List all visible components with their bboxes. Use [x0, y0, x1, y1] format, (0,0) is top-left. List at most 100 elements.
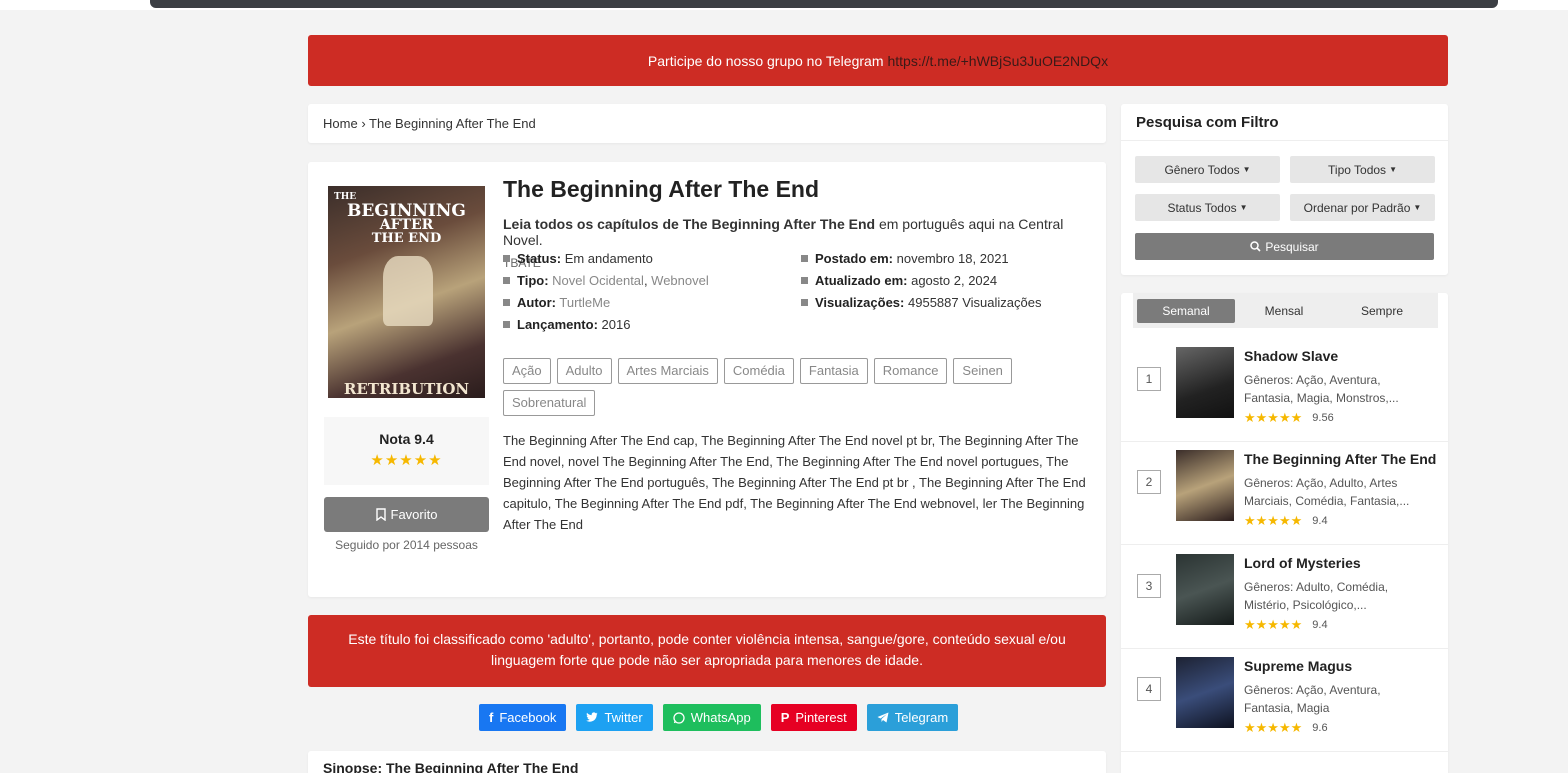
popular-item[interactable]: 4 Supreme Magus Gêneros: Ação, Aventura,… — [1121, 648, 1448, 752]
share-telegram-button[interactable]: Telegram — [866, 704, 959, 731]
novel-thumbnail — [1176, 347, 1234, 418]
meta-label: Autor: — [517, 295, 556, 310]
meta-release: Lançamento: 2016 — [503, 317, 709, 339]
facebook-icon: f — [489, 710, 494, 725]
meta-label: Tipo: — [517, 273, 549, 288]
search-icon — [1250, 241, 1261, 252]
meta-label: Lançamento: — [517, 317, 598, 332]
cover-title: THE BEGINNING AFTER THE END — [328, 190, 485, 246]
meta-views: Visualizações: 4955887 Visualizações — [801, 295, 1041, 317]
popular-item[interactable]: 3 Lord of Mysteries Gêneros: Adulto, Com… — [1121, 545, 1448, 649]
novel-thumbnail — [1176, 554, 1234, 625]
genre-tag[interactable]: Comédia — [723, 358, 794, 384]
rating-stars: ★★★★★ — [1244, 410, 1303, 425]
pinterest-icon: P — [780, 710, 790, 725]
meta-posted: Postado em: novembro 18, 2021 — [801, 251, 1041, 273]
cover-title-line: BEGINNING — [347, 201, 466, 221]
telegram-link[interactable]: https://t.me/+hWBjSu3JuOE2NDQx — [887, 53, 1108, 69]
whatsapp-icon — [673, 711, 685, 724]
adult-warning: Este título foi classificado como 'adult… — [308, 615, 1106, 687]
share-pinterest-button[interactable]: P Pinterest — [770, 704, 857, 731]
chevron-down-icon: ▼ — [1239, 203, 1248, 212]
popular-title[interactable]: Shadow Slave — [1244, 348, 1444, 364]
synopsis-heading: Sinopse: The Beginning After The End — [308, 751, 1106, 773]
rating-stars: ★★★★★ — [1244, 513, 1303, 528]
popular-title[interactable]: The Beginning After The End — [1244, 451, 1444, 467]
rating-score: 9.6 — [1312, 722, 1328, 734]
meta-type: Tipo: Novel Ocidental, Webnovel — [503, 273, 709, 295]
genre-tag[interactable]: Seinen — [953, 358, 1012, 384]
bookmark-icon — [375, 508, 386, 521]
rank-badge: 3 — [1137, 574, 1161, 598]
meta-right: Postado em: novembro 18, 2021 Atualizado… — [801, 251, 1041, 317]
genre-tag[interactable]: Ação — [503, 358, 551, 384]
meta-left: Status: Em andamento Tipo: Novel Ocident… — [503, 251, 709, 339]
popular-item[interactable]: 2 The Beginning After The End Gêneros: A… — [1121, 441, 1448, 545]
breadcrumb-home[interactable]: Home — [323, 116, 358, 131]
share-label: WhatsApp — [690, 710, 751, 725]
meta-value: 2016 — [601, 317, 631, 332]
order-dropdown[interactable]: Ordenar por Padrão ▼ — [1290, 194, 1435, 221]
genre-tag[interactable]: Romance — [873, 358, 948, 384]
genre-tag[interactable]: Fantasia — [799, 358, 868, 384]
tab-monthly[interactable]: Mensal — [1235, 299, 1333, 323]
popular-genres: Gêneros: Ação, Aventura, Fantasia, Magia — [1244, 683, 1381, 715]
rating-score: 9.4 — [1312, 619, 1328, 631]
share-facebook-button[interactable]: f Facebook — [479, 704, 567, 731]
novel-info-card: THE BEGINNING AFTER THE END RETRIBUTION … — [308, 162, 1106, 597]
cover-subtitle: RETRIBUTION — [343, 380, 470, 398]
telegram-banner: Participe do nosso grupo no Telegram htt… — [308, 35, 1448, 86]
chevron-down-icon: ▼ — [1242, 165, 1251, 174]
rating-stars: ★★★★★ — [370, 452, 443, 469]
filter-title: Pesquisa com Filtro — [1121, 104, 1448, 141]
warning-line: Este título foi classificado como 'adult… — [348, 631, 1066, 647]
rating-score: 9.4 — [1312, 515, 1328, 527]
popular-rating: ★★★★★ 9.4 — [1244, 617, 1328, 633]
description-bold: Leia todos os capítulos de The Beginning… — [503, 216, 876, 232]
rating-box: Nota 9.4 ★★★★★ — [324, 417, 489, 485]
rating-score: Nota 9.4 — [379, 431, 434, 447]
twitter-icon — [586, 712, 598, 723]
search-button[interactable]: Pesquisar — [1135, 233, 1434, 260]
search-label: Pesquisar — [1265, 239, 1319, 254]
genre-tag[interactable]: Artes Marciais — [617, 358, 718, 384]
tab-all-time[interactable]: Sempre — [1333, 299, 1431, 323]
popular-rating: ★★★★★ 9.6 — [1244, 720, 1328, 736]
type-link[interactable]: Novel Ocidental — [552, 273, 644, 288]
meta-status: Status: Em andamento — [503, 251, 709, 273]
meta-value: agosto 2, 2024 — [911, 273, 998, 288]
genre-dropdown[interactable]: Gênero Todos ▼ — [1135, 156, 1280, 183]
type-dropdown[interactable]: Tipo Todos ▼ — [1290, 156, 1435, 183]
dropdown-label: Gênero Todos — [1164, 162, 1240, 177]
popular-item[interactable]: 1 Shadow Slave Gêneros: Ação, Aventura, … — [1121, 338, 1448, 442]
genre-tag[interactable]: Sobrenatural — [503, 390, 596, 416]
share-whatsapp-button[interactable]: WhatsApp — [662, 704, 761, 731]
share-buttons: f Facebook Twitter WhatsApp P Pinterest Te… — [479, 704, 959, 731]
author-link[interactable]: TurtleMe — [559, 295, 610, 310]
share-label: Telegram — [894, 710, 949, 725]
type-link[interactable]: Webnovel — [651, 273, 709, 288]
chevron-down-icon: ▼ — [1389, 165, 1397, 174]
warning-line: linguagem forte que pode não ser apropri… — [491, 652, 923, 668]
favorite-button[interactable]: Favorito — [324, 497, 489, 532]
tab-weekly[interactable]: Semanal — [1137, 298, 1235, 323]
status-dropdown[interactable]: Status Todos ▼ — [1135, 194, 1280, 221]
meta-value: novembro 18, 2021 — [896, 251, 1009, 266]
favorite-label: Favorito — [390, 507, 438, 522]
breadcrumb-separator: › — [361, 116, 366, 131]
browser-bar — [0, 0, 1568, 10]
popular-title[interactable]: Lord of Mysteries — [1244, 555, 1444, 571]
genre-tag[interactable]: Adulto — [556, 358, 612, 384]
share-label: Facebook — [499, 710, 557, 725]
meta-label: Status: — [517, 251, 562, 266]
popular-title[interactable]: Supreme Magus — [1244, 658, 1444, 674]
followers-count: Seguido por 2014 pessoas — [335, 538, 478, 552]
genre-tags: Ação Adulto Artes Marciais Comédia Fantasia R… — [503, 358, 1093, 422]
rank-badge: 1 — [1137, 367, 1161, 391]
meta-value: Em andamento — [564, 251, 653, 266]
address-bar[interactable] — [150, 0, 1498, 8]
meta-label: Postado em: — [815, 251, 894, 266]
telegram-icon — [877, 712, 889, 723]
novel-title: The Beginning After The End — [503, 176, 820, 202]
share-twitter-button[interactable]: Twitter — [576, 704, 653, 731]
